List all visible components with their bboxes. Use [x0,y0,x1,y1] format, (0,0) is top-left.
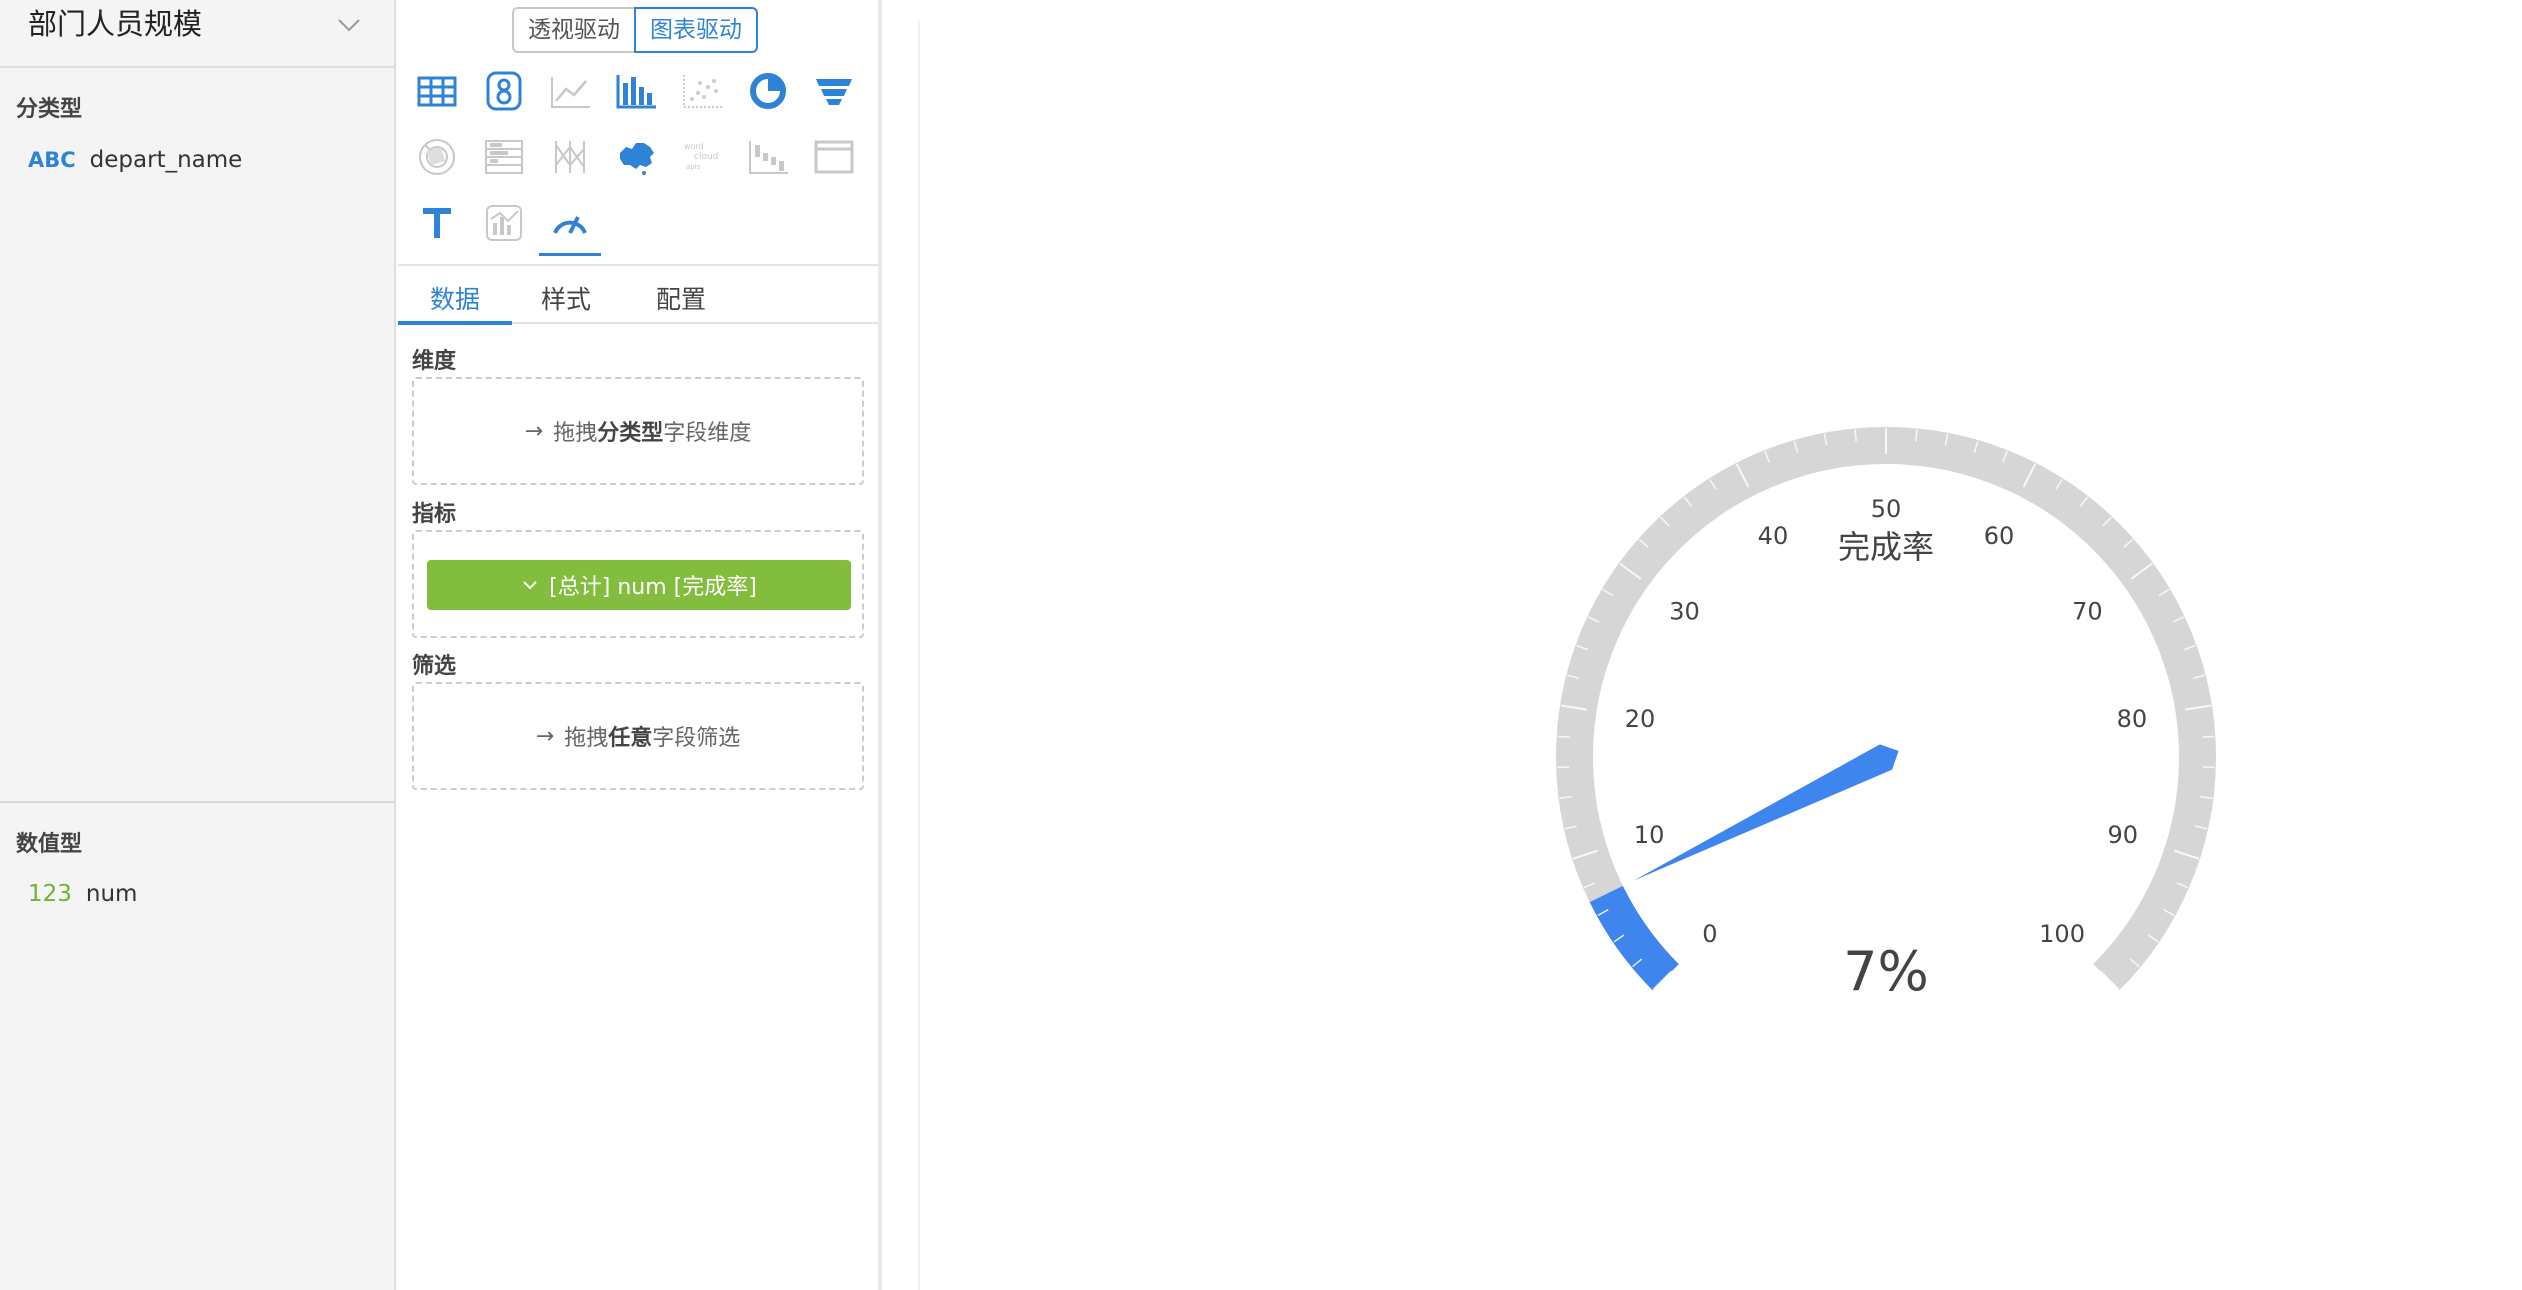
config-tabs: 数据 样式 配置 [398,264,878,325]
line-chart-icon[interactable] [544,65,596,117]
data-source-selector[interactable]: 部门人员规模 [0,0,394,68]
numeric-type-icon: 123 [28,881,72,907]
dimension-label: 维度 [412,349,457,374]
panel-divider [0,801,394,803]
field-name: num [85,881,138,907]
svg-text:apis: apis [686,163,701,171]
field-name: depart_name [89,147,243,173]
mode-switch: 透视驱动 图表驱动 [512,7,758,53]
group-label-categorical: 分类型 [16,97,83,122]
text-icon[interactable] [411,197,463,249]
gauge-tick [2202,735,2215,738]
bar-chart-icon[interactable] [610,65,662,117]
field-panel: 部门人员规模 分类型 ABC depart_name 数值型 123 num [0,0,396,1290]
metric-pill-label: [总计] num [完成率] [549,575,757,600]
field-item-num[interactable]: 123 num [28,874,137,914]
svg-text:word: word [684,142,704,151]
arrow-right-icon: → [524,418,544,444]
hint-prefix: 拖拽 [564,726,609,751]
metric-pill[interactable]: [总计] num [完成率] [427,560,851,610]
hint-prefix: 拖拽 [553,421,598,446]
gauge-tick [1557,735,1570,738]
scatter-icon[interactable] [676,65,728,117]
hint-suffix: 字段筛选 [652,726,741,751]
hint-suffix: 字段维度 [663,421,752,446]
gauge-needle [1633,744,1899,881]
dimension-drop-zone[interactable]: → 拖拽 分类型 字段维度 [412,377,864,485]
filter-drop-zone[interactable]: → 拖拽 任意 字段筛选 [412,682,864,790]
web-widget-icon[interactable] [808,131,860,183]
scorecard-icon[interactable] [478,65,530,117]
pie-chart-icon[interactable] [742,65,794,117]
hint-bold: 分类型 [597,421,664,446]
table-icon[interactable] [411,65,463,117]
config-panel: 透视驱动 图表驱动 word cloud apis 数据 样式 配置 维度 → … [398,0,882,1290]
gauge-icon[interactable] [544,197,596,249]
gauge-pointer [1633,744,1899,881]
gauge-tick-label: 80 [2117,705,2148,733]
waterfall-icon[interactable] [742,131,794,183]
gauge-tick-label: 0 [1702,920,1717,948]
parallel-bar-icon[interactable] [478,131,530,183]
gauge-tick-label: 20 [1625,705,1656,733]
word-cloud-icon[interactable]: word cloud apis [676,131,728,183]
pivot-mode-button[interactable]: 透视驱动 [512,7,634,53]
selected-chart-indicator [539,253,601,256]
field-item-depart-name[interactable]: ABC depart_name [28,140,242,180]
chevron-down-icon[interactable] [521,576,539,594]
gauge-value-label: 7% [1843,940,1929,1003]
dimension-drop-hint: → 拖拽 分类型 字段维度 [414,379,862,483]
doubleaxis-icon[interactable] [478,197,530,249]
funnel-icon[interactable] [808,65,860,117]
gauge-tick-label: 50 [1871,495,1902,523]
gauge-tick-label: 70 [2072,598,2103,626]
gauge-title: 完成率 [1838,528,1934,566]
svg-text:cloud: cloud [694,152,718,162]
group-label-numeric: 数值型 [16,832,83,857]
gauge-tick-label: 30 [1669,598,1700,626]
gauge-tick-label: 100 [2039,920,2085,948]
gauge-tick-label: 40 [1758,522,1789,550]
active-tab-indicator [398,321,512,325]
tab-config[interactable]: 配置 [656,280,706,316]
hint-bold: 任意 [608,726,653,751]
data-source-title: 部门人员规模 [28,7,203,41]
arrow-right-icon: → [535,723,555,749]
china-map-icon[interactable] [610,131,662,183]
filter-drop-hint: → 拖拽 任意 字段筛选 [414,684,862,788]
tab-style[interactable]: 样式 [541,280,591,316]
gauge-tick-label: 10 [1634,821,1665,849]
gauge-tick-label: 90 [2108,821,2139,849]
parallel-icon[interactable] [544,131,596,183]
radar-icon[interactable] [411,131,463,183]
chevron-down-icon [338,19,360,32]
chart-mode-button[interactable]: 图表驱动 [634,7,758,53]
filter-label: 筛选 [412,654,457,679]
gauge-chart: 0 10 20 30 40 50 60 70 80 90 100 完成率 7% [1556,427,2216,1003]
gauge-tick-label: 60 [1984,522,2015,550]
metrics-label: 指标 [412,502,457,527]
chart-canvas: 0 10 20 30 40 50 60 70 80 90 100 完成率 7% [884,0,2522,1290]
metrics-drop-zone[interactable]: [总计] num [完成率] [412,530,864,638]
tab-data[interactable]: 数据 [430,280,480,316]
categorical-type-icon: ABC [28,148,76,172]
